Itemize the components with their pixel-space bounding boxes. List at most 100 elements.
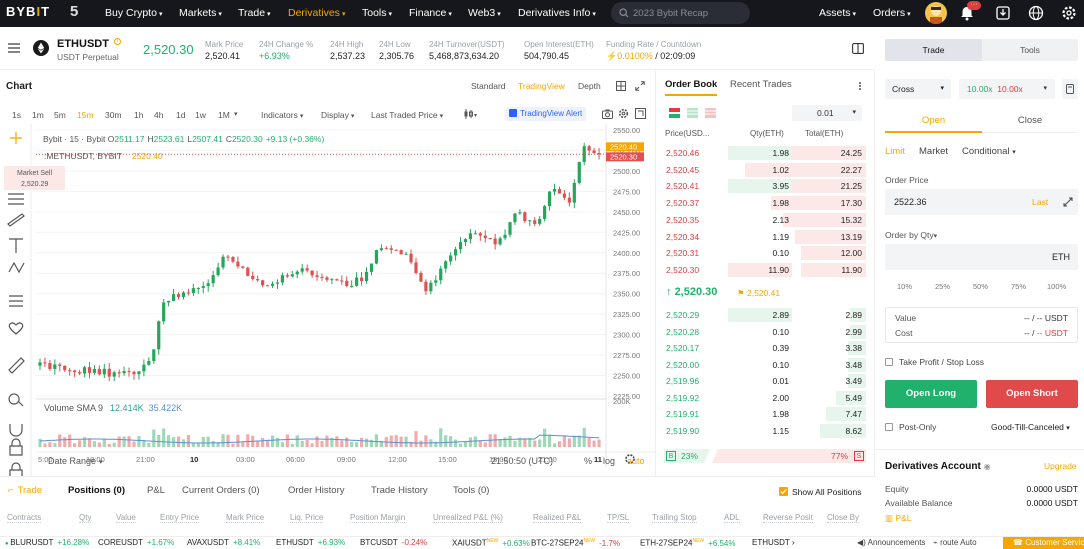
post-only-checkbox[interactable]	[885, 423, 893, 431]
avatar[interactable]	[925, 2, 947, 24]
tab-order-book[interactable]: Order Book	[665, 79, 718, 96]
text-icon[interactable]	[9, 238, 23, 253]
market-sell-box[interactable]: Market Sell 2,520.29	[4, 166, 65, 190]
precision-select[interactable]: 0.01 ▾	[792, 105, 862, 121]
lock-drawing-icon[interactable]	[9, 438, 23, 456]
zoom-icon[interactable]	[8, 393, 24, 407]
column-entry-price[interactable]: Entry Price	[160, 513, 200, 523]
interval-15m[interactable]: 15m	[77, 110, 94, 120]
ticker-item-ethusdt[interactable]: ETHUSDT +6.93%	[276, 538, 345, 547]
positions-tab-current-orders-0[interactable]: Current Orders (0)	[182, 485, 260, 496]
announcements-link[interactable]: ◀) Announcements	[857, 538, 925, 547]
customer-service-button[interactable]: ☎ Customer Service	[1003, 537, 1084, 549]
orderbook-asks-icon[interactable]	[705, 108, 716, 118]
measure-icon[interactable]	[9, 295, 23, 307]
positions-tab-trade-history[interactable]: Trade History	[371, 485, 428, 496]
bid-row[interactable]: 2,519.91 1.98 7.47	[664, 406, 866, 422]
positions-tab-positions-0[interactable]: Positions (0)	[68, 485, 125, 496]
nav-item-derivatives-info[interactable]: Derivatives Info ▾	[518, 7, 596, 19]
nav-item-tools[interactable]: Tools ▾	[362, 7, 392, 19]
positions-tab-order-history[interactable]: Order History	[288, 485, 344, 496]
pattern-icon[interactable]	[8, 261, 25, 274]
crosshair-icon[interactable]	[10, 132, 22, 144]
column-reverse-posit[interactable]: Reverse Posit	[763, 513, 813, 523]
tab-recent-trades[interactable]: Recent Trades	[730, 79, 792, 94]
positions-tab-p-l[interactable]: P&L	[147, 485, 165, 496]
column-trailing-stop[interactable]: Trailing Stop	[652, 513, 697, 523]
positions-tab-tools-0[interactable]: Tools (0)	[453, 485, 489, 496]
percent-100[interactable]: 100%	[1047, 282, 1066, 291]
interval-1w[interactable]: 1w	[195, 110, 206, 120]
column-adl[interactable]: ADL	[724, 513, 740, 523]
ask-row[interactable]: 2,520.45 1.02 22.27	[664, 162, 866, 178]
info-icon[interactable]: i	[114, 38, 121, 45]
ask-row[interactable]: 2,520.30 11.90 11.90	[664, 262, 866, 278]
ticker-item-btc-27sep24[interactable]: BTC-27SEP24NEW -1.7%	[531, 538, 620, 548]
chevron-right-icon[interactable]: ›	[790, 538, 795, 547]
candle-style-icon[interactable]: ▾	[463, 109, 479, 119]
nav-item-finance[interactable]: Finance ▾	[409, 7, 452, 19]
menu-icon[interactable]	[8, 43, 20, 53]
nav-item-web3[interactable]: Web3 ▾	[468, 7, 501, 19]
interval-30m[interactable]: 30m	[105, 110, 122, 120]
order-by-qty[interactable]: Order by Qty▾	[885, 230, 937, 240]
view-tab-tradingview[interactable]: TradingView	[518, 81, 565, 91]
ask-row[interactable]: 2,520.34 1.19 13.19	[664, 229, 866, 245]
ticker-item-ethusdt[interactable]: ETHUSDT ›	[752, 538, 795, 547]
ask-row[interactable]: 2,520.41 3.95 21.25	[664, 178, 866, 194]
ticker-item-coreusdt[interactable]: COREUSDT +1.67%	[98, 538, 174, 547]
view-tab-depth[interactable]: Depth	[578, 81, 601, 91]
order-type-market[interactable]: Market	[919, 146, 948, 157]
order-type-limit[interactable]: Limit	[885, 146, 905, 157]
anniversary-badge[interactable]: 5	[70, 3, 84, 21]
grid-layout-icon[interactable]	[616, 81, 626, 91]
scale-option-log[interactable]: log	[603, 456, 615, 466]
nav-item-markets[interactable]: Markets ▾	[179, 7, 222, 19]
tool-display[interactable]: Display ▾	[321, 110, 354, 120]
tool-indicators[interactable]: Indicators ▾	[261, 110, 303, 120]
fullscreen-icon[interactable]	[635, 108, 646, 119]
bid-row[interactable]: 2,519.92 2.00 5.49	[664, 390, 866, 406]
column-value[interactable]: Value	[116, 513, 136, 523]
percent-50[interactable]: 50%	[973, 282, 988, 291]
column-tp-sl[interactable]: TP/SL	[607, 513, 630, 523]
interval-4h[interactable]: 4h	[154, 110, 163, 120]
column-close-by[interactable]: Close By	[827, 513, 860, 523]
ask-row[interactable]: 2,520.46 1.98 24.25	[664, 145, 866, 161]
column-unrealized-p-l[interactable]: Unrealized P&L (%)	[433, 513, 503, 523]
swap-icon[interactable]	[1063, 197, 1073, 207]
pnl-link[interactable]: ▥ P&L	[885, 513, 911, 524]
camera-icon[interactable]	[602, 109, 613, 119]
tpsl-checkbox[interactable]	[885, 358, 893, 366]
ticker-item-xaiusdt[interactable]: XAIUSDTNEW +0.63%	[452, 538, 530, 548]
ticker-item-avaxusdt[interactable]: AVAXUSDT +8.41%	[187, 538, 260, 547]
globe-icon[interactable]	[1027, 4, 1045, 22]
orderbook-both-icon[interactable]	[669, 108, 680, 118]
interval-1m[interactable]: 1m	[32, 110, 44, 120]
assets-menu[interactable]: Assets ▾	[819, 7, 856, 19]
calculator-button[interactable]	[1062, 79, 1078, 99]
show-all-checkbox[interactable]	[779, 487, 788, 496]
orders-menu[interactable]: Orders ▾	[873, 7, 911, 19]
ruler-icon[interactable]	[8, 357, 25, 374]
favorite-icon[interactable]	[8, 322, 24, 335]
layout-toggle-icon[interactable]	[852, 43, 864, 54]
bid-row[interactable]: 2,519.96 0.01 3.49	[664, 373, 866, 389]
ticker-item-btcusdt[interactable]: BTCUSDT -0.24%	[360, 538, 427, 547]
nav-item-trade[interactable]: Trade ▾	[238, 7, 271, 19]
tab-open[interactable]: Open	[885, 109, 982, 133]
order-price-input[interactable]: 2522.36 Last	[885, 189, 1078, 215]
nav-item-derivatives[interactable]: Derivatives ▾	[288, 7, 345, 19]
search-input[interactable]	[633, 6, 743, 20]
ask-row[interactable]: 2,520.37 1.98 17.30	[664, 195, 866, 211]
tab-tools[interactable]: Tools	[982, 39, 1078, 61]
bid-row[interactable]: 2,519.90 1.15 8.62	[664, 423, 866, 439]
column-realized-p-l[interactable]: Realized P&L	[533, 513, 582, 523]
view-tab-standard[interactable]: Standard	[471, 81, 506, 91]
chart-settings-icon[interactable]	[618, 108, 629, 119]
tab-trade[interactable]: Trade	[885, 39, 982, 61]
symbol-name[interactable]: ETHUSDT	[57, 38, 109, 50]
magnet-icon[interactable]	[9, 424, 23, 437]
route-select[interactable]: ⌁ route Auto	[933, 538, 977, 547]
interval-more-icon[interactable]: ▾	[234, 110, 238, 118]
